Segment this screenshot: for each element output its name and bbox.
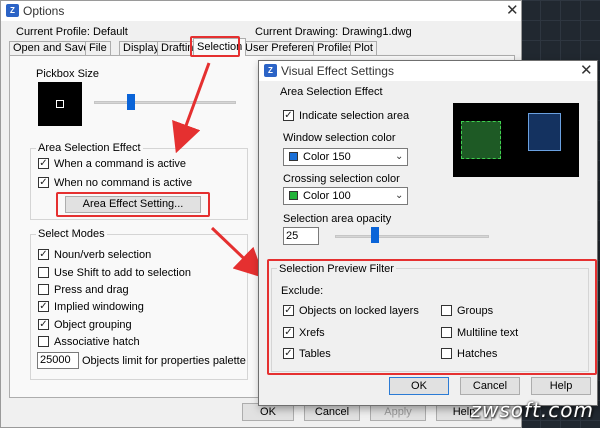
indicate-selection-area-checkbox[interactable]: ✓ bbox=[283, 110, 294, 121]
ves-ok-button[interactable]: OK bbox=[389, 377, 449, 395]
window-color-value: Color 150 bbox=[303, 151, 351, 163]
ves-titlebar[interactable]: Z Visual Effect Settings ✕ bbox=[259, 61, 597, 81]
close-icon[interactable]: ✕ bbox=[580, 63, 593, 78]
window-preview-box bbox=[528, 113, 561, 151]
indicate-selection-area-label: Indicate selection area bbox=[299, 110, 410, 122]
ves-title: Visual Effect Settings bbox=[281, 64, 394, 78]
crossing-color-value: Color 100 bbox=[303, 190, 351, 202]
arrow-to-area-effect-button bbox=[172, 62, 211, 154]
chevron-down-icon: ⌄ bbox=[395, 151, 404, 162]
app-logo-icon: Z bbox=[264, 64, 277, 77]
preview-filter-highlight bbox=[267, 259, 597, 375]
window-selection-color-label: Window selection color bbox=[283, 132, 396, 144]
chevron-down-icon: ⌄ bbox=[395, 190, 404, 201]
selection-area-opacity-label: Selection area opacity bbox=[283, 213, 392, 225]
arrow-to-preview-filter bbox=[210, 226, 265, 279]
ves-area-selection-effect-label: Area Selection Effect bbox=[280, 86, 383, 98]
crossing-selection-color-dropdown[interactable]: Color 100 ⌄ bbox=[283, 187, 408, 205]
visual-effect-settings-dialog: Z Visual Effect Settings ✕ Area Selectio… bbox=[258, 60, 598, 406]
opacity-slider-thumb[interactable] bbox=[371, 227, 379, 243]
crossing-color-swatch bbox=[289, 191, 298, 200]
window-color-swatch bbox=[289, 152, 298, 161]
opacity-input[interactable]: 25 bbox=[283, 227, 319, 245]
opacity-slider-track[interactable] bbox=[335, 235, 489, 238]
selection-preview bbox=[453, 103, 579, 177]
ves-help-button[interactable]: Help bbox=[531, 377, 591, 395]
window-selection-color-dropdown[interactable]: Color 150 ⌄ bbox=[283, 148, 408, 166]
selection-tab-highlight bbox=[190, 36, 240, 57]
crossing-selection-color-label: Crossing selection color bbox=[283, 173, 400, 185]
watermark: zwsoft.com bbox=[470, 398, 594, 422]
ves-cancel-button[interactable]: Cancel bbox=[460, 377, 520, 395]
crossing-preview-box bbox=[461, 121, 501, 159]
